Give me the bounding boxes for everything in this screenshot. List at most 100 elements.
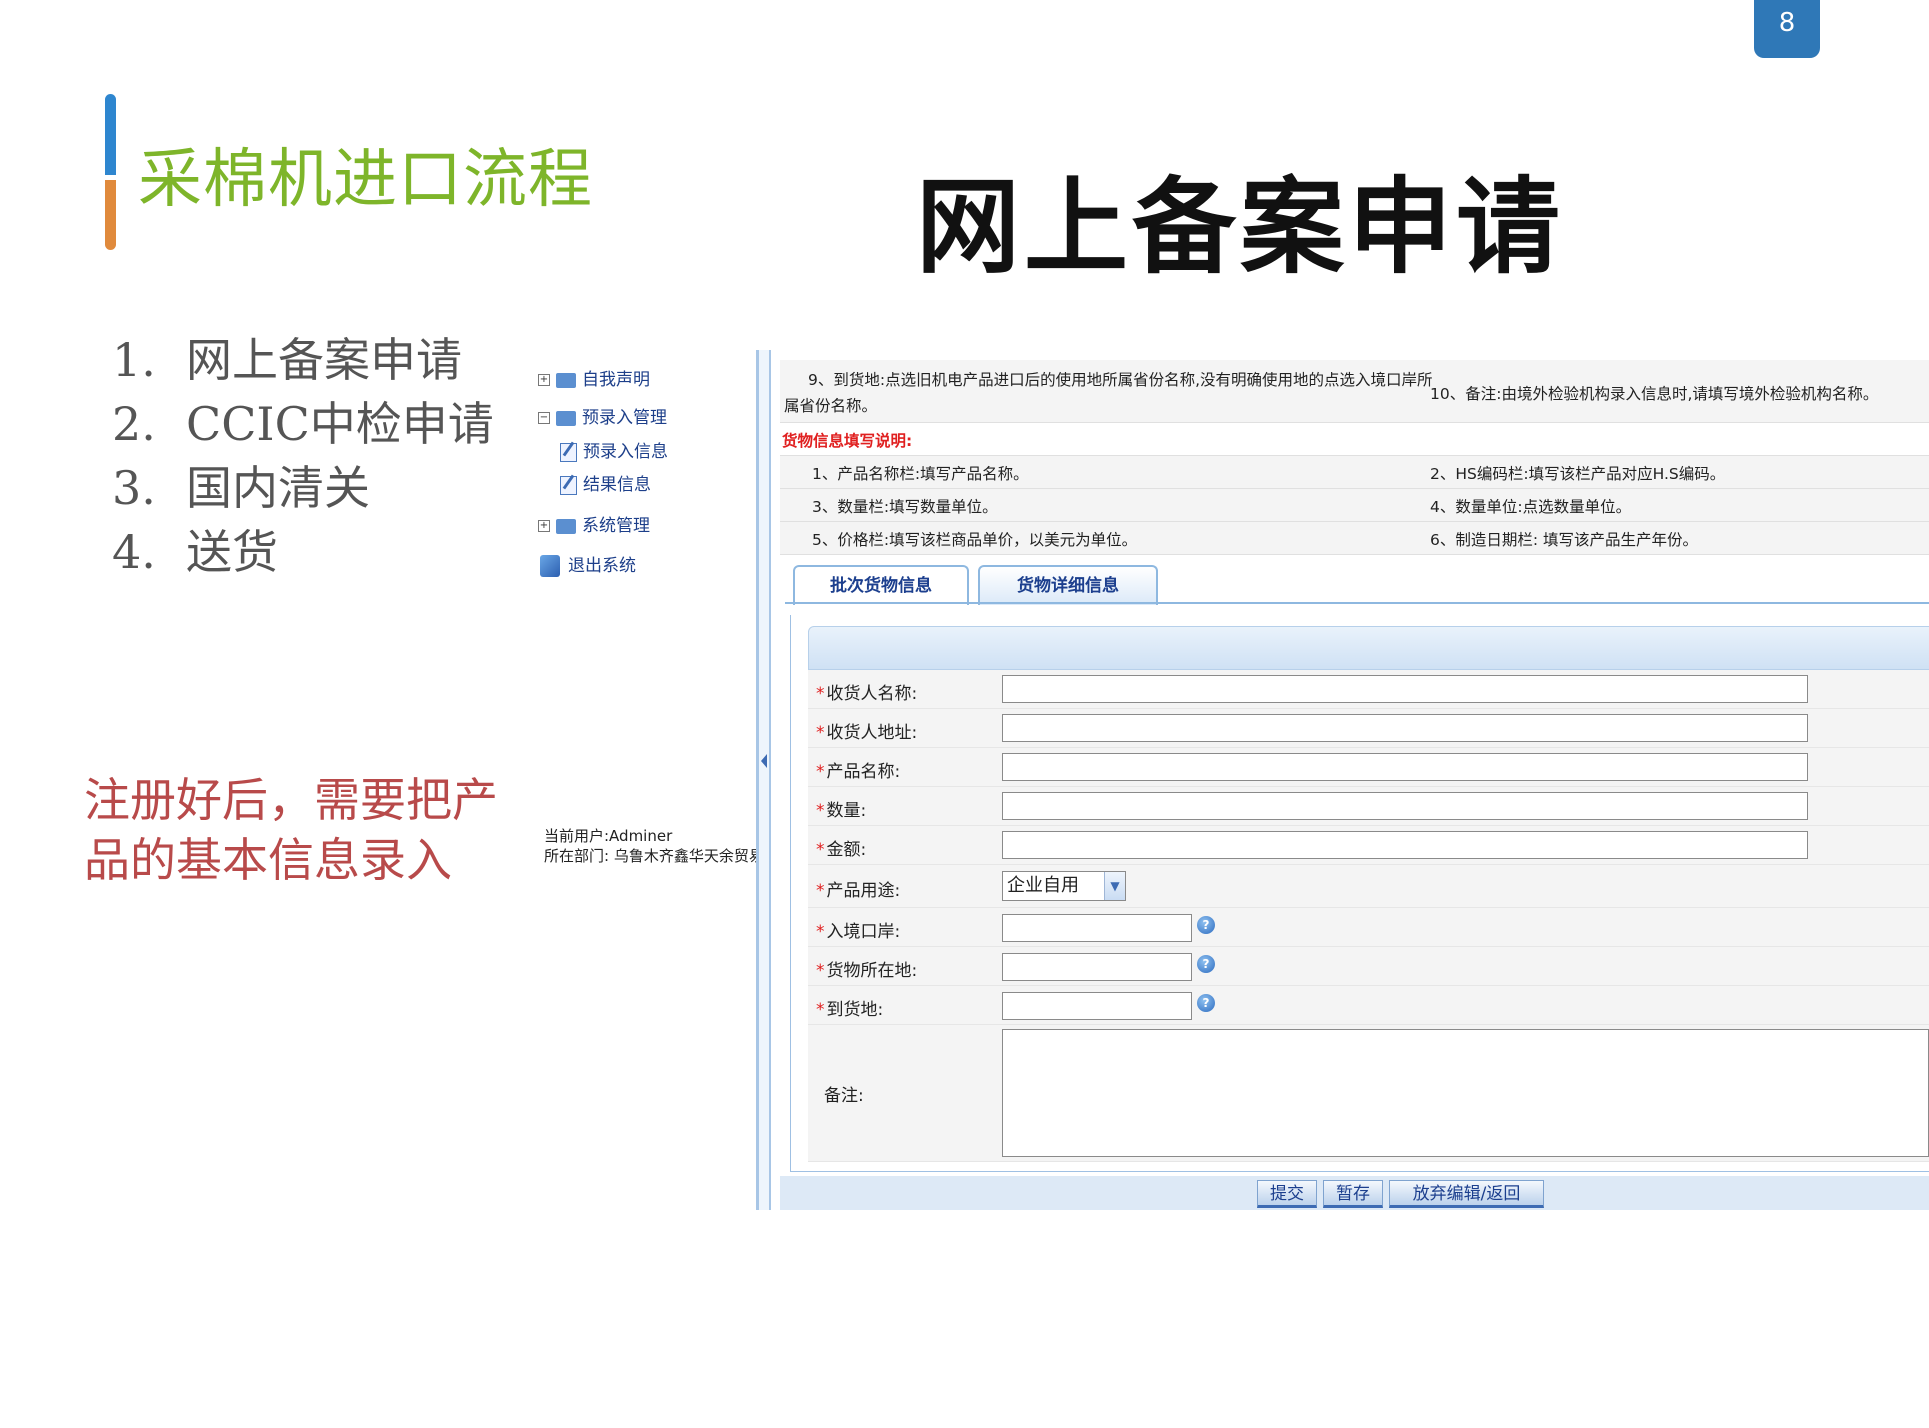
instruction-item: 5、价格栏:填写该栏商品单价，以美元为单位。 [812, 531, 1138, 549]
folder-open-icon [556, 410, 576, 426]
required-mark: * [816, 1000, 825, 1020]
instruction-row: 3、数量栏:填写数量单位。 4、数量单位:点选数量单位。 [780, 489, 1929, 522]
help-icon[interactable]: ? [1197, 916, 1215, 934]
logout-icon [540, 555, 560, 577]
expand-icon[interactable]: + [538, 520, 550, 532]
field-label: 收货人名称: [826, 684, 918, 704]
form-row-product-name: * 产品名称: [808, 748, 1929, 787]
remarks-textarea[interactable] [1002, 1029, 1929, 1157]
folder-icon [556, 518, 576, 534]
required-mark: * [816, 801, 825, 821]
goods-instructions-header: 货物信息填写说明: [782, 432, 913, 450]
quantity-input[interactable] [1002, 792, 1808, 820]
goods-location-input[interactable] [1002, 953, 1192, 981]
folder-icon [556, 372, 576, 388]
entry-port-input[interactable] [1002, 914, 1192, 942]
product-name-input[interactable] [1002, 753, 1808, 781]
amount-input[interactable] [1002, 831, 1808, 859]
form-row-usage: * 产品用途: 企业自用 ▼ [808, 865, 1929, 908]
instruction-item: 6、制造日期栏: 填写该产品生产年份。 [1430, 531, 1699, 549]
step-item: 2. CCIC中检申请 [112, 397, 494, 451]
required-mark: * [816, 762, 825, 782]
sidebar-item-preentry-info[interactable]: 预录入信息 [560, 440, 668, 464]
field-label: 到货地: [826, 1000, 884, 1020]
instruction-row: 9、到货地:点选旧机电产品进口后的使用地所属省份名称,没有明确使用地的点选入境口… [780, 360, 1929, 423]
note-text: 注册好后，需要把产品的基本信息录入 [84, 773, 498, 887]
tab-batch-goods-info[interactable]: 批次货物信息 [793, 565, 969, 605]
section-title: 采棉机进口流程 [138, 143, 593, 217]
help-icon[interactable]: ? [1197, 994, 1215, 1012]
sidebar-item-preentry-management[interactable]: − 预录入管理 [538, 406, 667, 430]
form-row-entry-port: * 入境口岸: ? [808, 908, 1929, 947]
help-icon[interactable]: ? [1197, 955, 1215, 973]
form-row-consignee-address: * 收货人地址: [808, 709, 1929, 748]
field-label: 金额: [826, 840, 867, 860]
step-item: 3. 国内清关 [112, 461, 370, 515]
field-label: 数量: [826, 801, 867, 821]
sidebar-splitter[interactable] [756, 350, 771, 1210]
step-label: 送货 [186, 525, 278, 579]
step-item: 1. 网上备案申请 [112, 333, 462, 387]
form-row-goods-location: * 货物所在地: ? [808, 947, 1929, 986]
edit-document-icon [560, 442, 577, 462]
tab-goods-detail-info[interactable]: 货物详细信息 [978, 565, 1158, 605]
usage-select[interactable]: 企业自用 ▼ [1002, 871, 1126, 901]
instruction-item-10: 10、备注:由境外检验机构录入信息时,请填写境外检验机构名称。 [1430, 385, 1879, 403]
goods-header-row: 货物信息填写说明: [780, 423, 1929, 456]
sidebar-item-label: 系统管理 [582, 516, 650, 536]
field-label: 入境口岸: [826, 922, 901, 942]
instruction-row: 1、产品名称栏:填写产品名称。 2、HS编码栏:填写该栏产品对应H.S编码。 [780, 456, 1929, 489]
form-row-quantity: * 数量: [808, 787, 1929, 826]
instruction-item: 1、产品名称栏:填写产品名称。 [812, 465, 1029, 483]
consignee-address-input[interactable] [1002, 714, 1808, 742]
sidebar-item-self-declaration[interactable]: + 自我声明 [538, 368, 650, 392]
instruction-item-9-cont: 属省份名称。 [784, 397, 878, 415]
instruction-item: 4、数量单位:点选数量单位。 [1430, 498, 1632, 516]
required-mark: * [816, 840, 825, 860]
step-item: 4. 送货 [112, 525, 278, 579]
sidebar-item-label: 预录入信息 [583, 442, 668, 462]
field-label: 收货人地址: [826, 723, 918, 743]
department: 所在部门: 乌鲁木齐鑫华天余贸易 [544, 847, 764, 865]
sidebar-item-label: 预录入管理 [582, 408, 667, 428]
sidebar-item-result-info[interactable]: 结果信息 [560, 473, 651, 497]
chevron-down-icon[interactable]: ▼ [1104, 872, 1125, 900]
collapse-icon[interactable]: − [538, 412, 550, 424]
form-row-remarks: 备注: [808, 1025, 1929, 1162]
usage-selected-value: 企业自用 [1007, 875, 1079, 896]
step-label: 网上备案申请 [186, 333, 462, 387]
tab-divider [785, 602, 1929, 604]
form-row-amount: * 金额: [808, 826, 1929, 865]
collapse-arrow-icon[interactable] [761, 754, 767, 768]
form-header-band [808, 626, 1929, 670]
required-mark: * [816, 723, 825, 743]
consignee-name-input[interactable] [1002, 675, 1808, 703]
instruction-item: 2、HS编码栏:填写该栏产品对应H.S编码。 [1430, 465, 1726, 483]
instruction-item-9: 9、到货地:点选旧机电产品进口后的使用地所属省份名称,没有明确使用地的点选入境口… [808, 371, 1433, 389]
accent-bar [105, 94, 116, 250]
field-label: 备注: [824, 1086, 864, 1106]
step-label: CCIC中检申请 [186, 397, 494, 451]
sidebar-item-label: 结果信息 [583, 475, 651, 495]
sidebar-item-system-management[interactable]: + 系统管理 [538, 514, 650, 538]
expand-icon[interactable]: + [538, 374, 550, 386]
form-row-destination: * 到货地: ? [808, 986, 1929, 1025]
sidebar-item-logout[interactable]: 退出系统 [540, 554, 636, 578]
page-number-badge: 8 [1754, 0, 1820, 58]
edit-document-icon [560, 475, 577, 495]
save-draft-button[interactable]: 暂存 [1323, 1180, 1383, 1208]
sidebar-item-label: 自我声明 [582, 370, 650, 390]
required-mark: * [816, 922, 825, 942]
destination-input[interactable] [1002, 992, 1192, 1020]
user-info: 当前用户:Adminer 所在部门: 乌鲁木齐鑫华天余贸易 [544, 826, 764, 866]
submit-button[interactable]: 提交 [1257, 1180, 1317, 1208]
field-label: 产品用途: [826, 881, 901, 901]
sidebar-item-label: 退出系统 [568, 556, 636, 576]
instruction-item: 3、数量栏:填写数量单位。 [812, 498, 998, 516]
required-mark: * [816, 961, 825, 981]
field-label: 产品名称: [826, 762, 901, 782]
form-row-consignee-name: * 收货人名称: [808, 670, 1929, 709]
step-label: 国内清关 [186, 461, 370, 515]
abandon-edit-return-button[interactable]: 放弃编辑/返回 [1389, 1180, 1544, 1208]
main-title: 网上备案申请 [916, 166, 1565, 288]
